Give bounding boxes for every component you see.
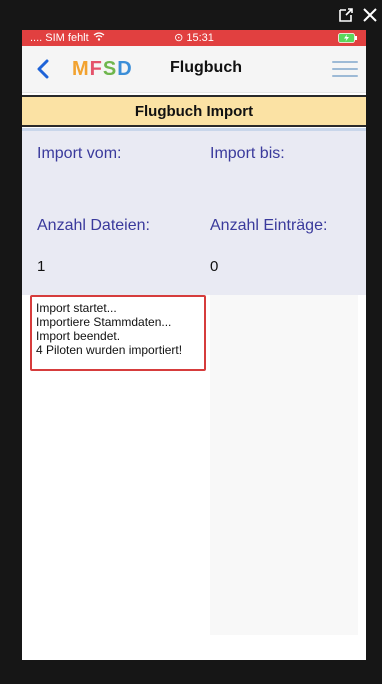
window-controls xyxy=(336,2,380,28)
entry-count-value: 0 xyxy=(210,258,219,275)
chevron-left-icon xyxy=(37,59,49,79)
file-count-value: 1 xyxy=(37,258,46,275)
file-count-label: Anzahl Dateien: xyxy=(37,217,150,234)
phone-screen: .... SIM fehlt ⊙ 15:31 MFSD Flugbuch Flu… xyxy=(22,30,366,660)
menu-button[interactable] xyxy=(332,56,358,82)
log-background xyxy=(210,295,358,635)
import-to-label: Import bis: xyxy=(210,145,285,162)
carrier-group: .... SIM fehlt xyxy=(30,32,105,44)
menu-icon xyxy=(332,61,358,63)
close-icon[interactable] xyxy=(360,5,380,25)
wifi-icon xyxy=(93,32,105,44)
import-log-area: Import startet... Importiere Stammdaten.… xyxy=(22,295,366,635)
back-button[interactable] xyxy=(28,54,58,84)
entry-count-label: Anzahl Einträge: xyxy=(210,217,328,234)
import-from-label: Import vom: xyxy=(37,145,122,162)
logo: MFSD xyxy=(72,57,133,80)
log-line: Importiere Stammdaten... xyxy=(36,315,172,329)
menu-icon-line xyxy=(332,68,358,70)
status-bar: .... SIM fehlt ⊙ 15:31 xyxy=(22,30,366,46)
external-link-icon[interactable] xyxy=(336,5,356,25)
battery-charging-icon xyxy=(338,33,358,43)
import-log: Import startet... Importiere Stammdaten.… xyxy=(30,295,206,371)
log-line: 4 Piloten wurden importiert! xyxy=(36,343,183,357)
log-line: Import beendet. xyxy=(36,329,121,343)
import-info-panel: Import vom: Import bis: Anzahl Dateien: … xyxy=(22,131,366,295)
section-header: Flugbuch Import xyxy=(22,95,366,127)
nav-bar: MFSD Flugbuch xyxy=(22,46,366,93)
log-line: Import startet... xyxy=(36,301,117,315)
page-title: Flugbuch xyxy=(170,59,242,76)
carrier-label: .... SIM fehlt xyxy=(30,32,89,44)
menu-icon-line xyxy=(332,75,358,77)
